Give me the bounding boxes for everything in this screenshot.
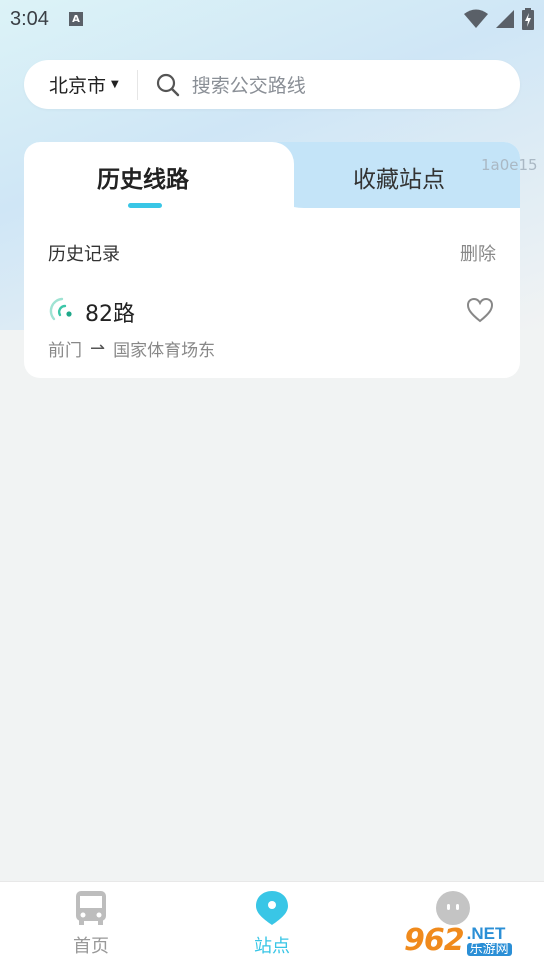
- status-bar: 3:04 A: [0, 0, 544, 38]
- battery-icon: [522, 8, 534, 30]
- wifi-icon: [464, 9, 488, 28]
- nav-home-label: 首页: [73, 936, 109, 957]
- caret-down-icon: ▼: [111, 79, 119, 90]
- overlay-id: 1a0e15: [481, 156, 538, 174]
- search-icon: [156, 73, 180, 97]
- route-direction: 前门 ⇀ 国家体育场东: [48, 336, 215, 361]
- realtime-signal-icon: [48, 295, 74, 327]
- brand-watermark: 962 .NET 乐游网: [404, 914, 544, 967]
- tab-curve: [254, 142, 304, 208]
- nav-home[interactable]: 首页: [31, 882, 151, 967]
- history-card: 历史线路 收藏站点 历史记录 删除 82路 前门 ⇀ 国家体育场东: [24, 142, 520, 378]
- location-pin-icon: [255, 890, 289, 926]
- nav-station-label: 站点: [254, 936, 290, 957]
- favorite-heart-icon[interactable]: [466, 297, 494, 327]
- status-icons: [464, 8, 534, 30]
- active-tab-indicator: [128, 203, 162, 208]
- delete-button[interactable]: 删除: [460, 240, 496, 266]
- search-divider: [136, 69, 138, 100]
- city-label: 北京市: [49, 75, 107, 97]
- nav-station[interactable]: 站点: [212, 882, 332, 967]
- brand-number: 962: [404, 923, 465, 958]
- bus-icon: [75, 890, 107, 926]
- history-section-title: 历史记录: [48, 244, 120, 265]
- brand-text: .NET 乐游网: [466, 923, 512, 957]
- brand-net: .NET: [466, 923, 506, 943]
- tab-history-routes-label[interactable]: 历史线路: [97, 160, 189, 194]
- signal-icon: [496, 10, 514, 28]
- search-input[interactable]: 搜索公交路线: [192, 71, 306, 98]
- tab-favorite-stations[interactable]: 收藏站点: [353, 160, 445, 194]
- brand-chinese: 乐游网: [466, 942, 512, 957]
- search-bar: 北京市 ▼ 搜索公交路线: [24, 60, 520, 109]
- route-name[interactable]: 82路: [85, 296, 135, 328]
- route-from: 前门: [48, 341, 82, 361]
- route-to: 国家体育场东: [113, 341, 216, 361]
- card-body-top: [24, 208, 520, 228]
- arrow-right-icon: ⇀: [90, 338, 106, 359]
- notification-a-icon: A: [68, 12, 83, 26]
- city-selector[interactable]: 北京市 ▼: [24, 71, 119, 98]
- status-time: 3:04: [10, 7, 49, 30]
